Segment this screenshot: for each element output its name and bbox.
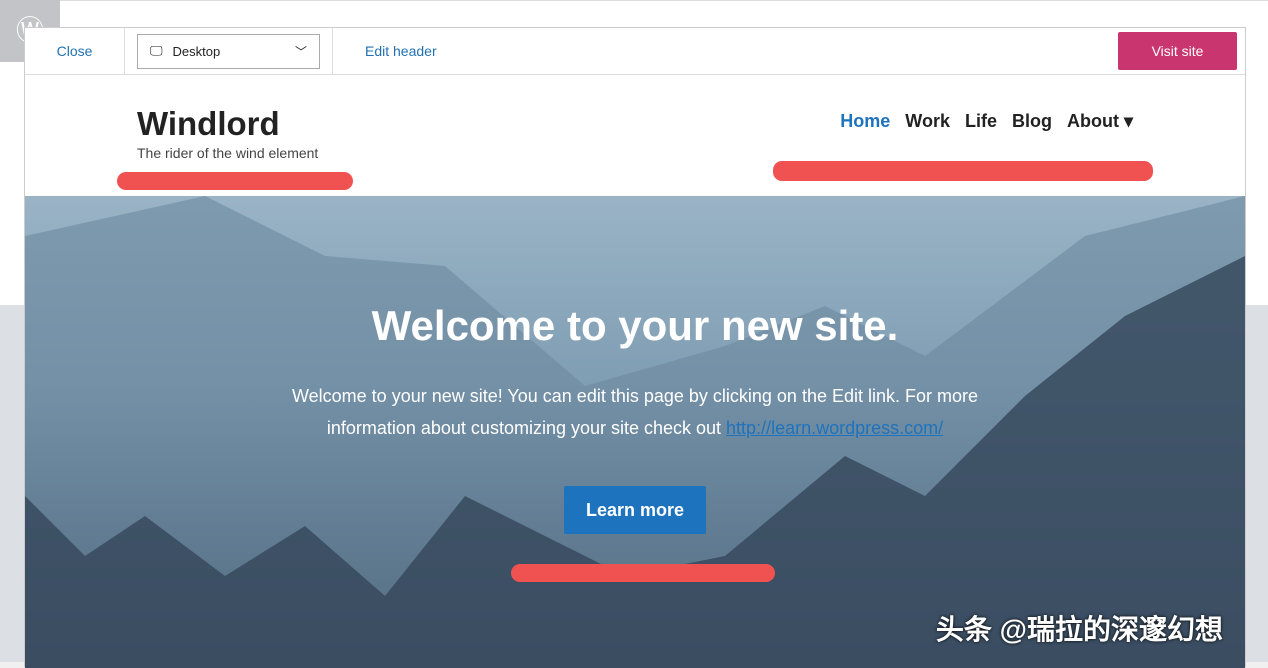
nav-life[interactable]: Life bbox=[965, 111, 997, 132]
nav-home[interactable]: Home bbox=[840, 111, 890, 132]
site-header: Windlord The rider of the wind element H… bbox=[25, 75, 1245, 195]
divider bbox=[332, 28, 333, 74]
visit-site-button[interactable]: Visit site bbox=[1118, 32, 1237, 70]
watermark: 头条 @瑞拉的深邃幻想 bbox=[935, 614, 1223, 645]
device-label: Desktop bbox=[172, 43, 221, 59]
toolbar: Close 🖵 Desktop ﹀ Edit header Visit site bbox=[25, 28, 1245, 75]
chevron-down-icon: ﹀ bbox=[294, 44, 307, 59]
hero-text: Welcome to your new site! You can edit t… bbox=[285, 380, 985, 444]
hero-heading: Welcome to your new site. bbox=[371, 302, 899, 349]
highlight-mark bbox=[511, 564, 775, 582]
nav-blog[interactable]: Blog bbox=[1012, 111, 1052, 132]
nav-about[interactable]: About ▾ bbox=[1067, 111, 1133, 132]
highlight-mark bbox=[773, 161, 1153, 181]
edit-header-link[interactable]: Edit header bbox=[365, 43, 437, 59]
learn-wordpress-link[interactable]: http://learn.wordpress.com/ bbox=[726, 418, 943, 438]
hero-section: Welcome to your new site. Welcome to you… bbox=[25, 196, 1245, 668]
site-title[interactable]: Windlord bbox=[137, 105, 280, 143]
main-nav: Home Work Life Blog About ▾ bbox=[840, 111, 1133, 132]
learn-more-button[interactable]: Learn more bbox=[564, 486, 706, 534]
desktop-icon: 🖵 bbox=[150, 43, 163, 58]
device-select[interactable]: 🖵 Desktop ﹀ bbox=[137, 33, 320, 69]
highlight-mark bbox=[117, 172, 353, 190]
nav-work[interactable]: Work bbox=[905, 111, 950, 132]
close-button[interactable]: Close bbox=[25, 28, 125, 74]
site-tagline: The rider of the wind element bbox=[137, 145, 319, 161]
header-preview-modal: Close 🖵 Desktop ﹀ Edit header Visit site… bbox=[24, 27, 1246, 668]
